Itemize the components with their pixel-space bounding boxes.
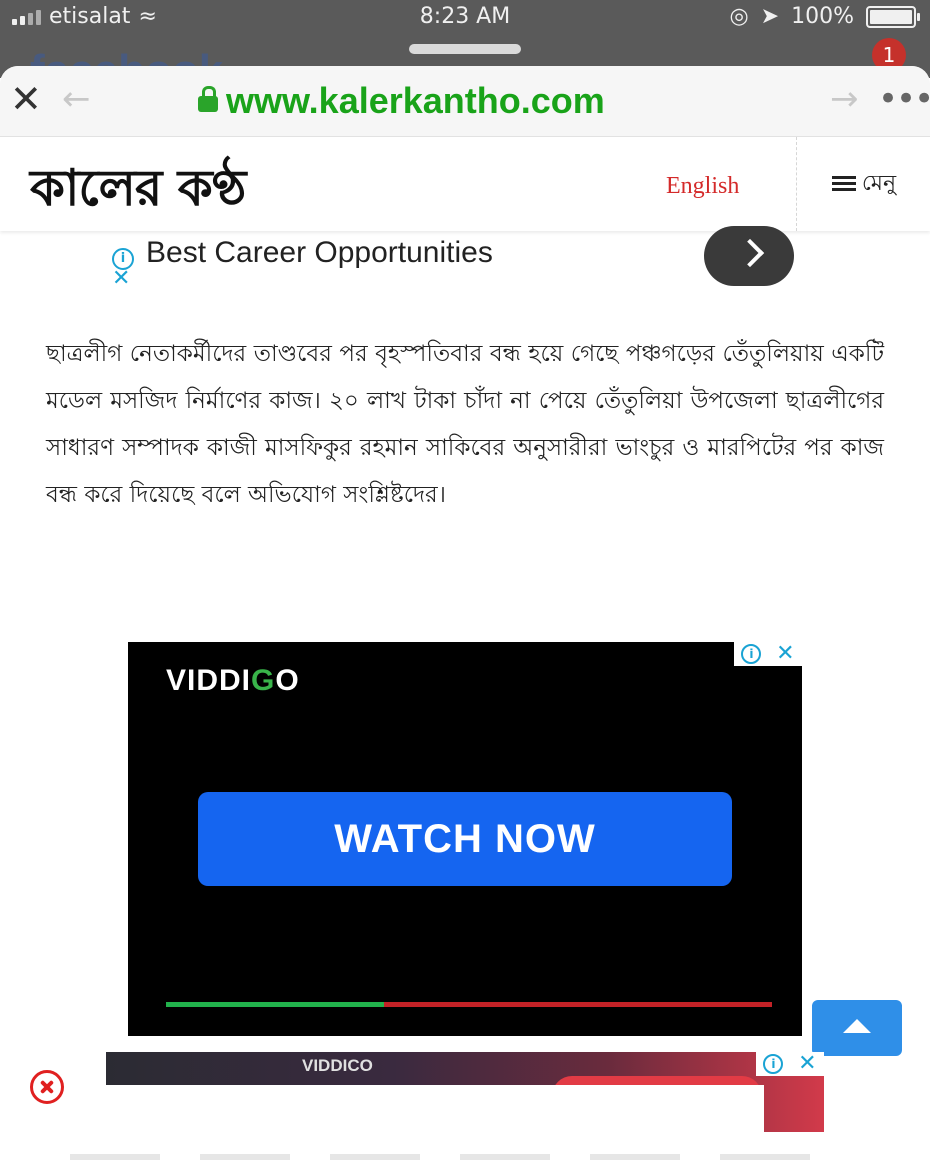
next-paragraph-fragment <box>70 1154 830 1160</box>
browser-sheet: ✕ ← www.kalerkantho.com → ••• কালের কণ্ঠ… <box>0 66 930 1163</box>
brand-part-g: G <box>251 664 276 697</box>
menu-button[interactable]: মেনু <box>796 137 930 231</box>
status-right: ◎ ➤ 100% <box>729 4 920 29</box>
banner-adchoices-close-icon[interactable]: ✕ <box>798 1053 816 1075</box>
more-dots-icon[interactable]: ••• <box>878 80 930 118</box>
banner-adchoices-info-icon[interactable]: i <box>763 1054 784 1074</box>
watch-now-button[interactable]: WATCH NOW <box>198 792 732 886</box>
banner-ad[interactable]: VIDDICO i ✕ <box>106 1052 824 1132</box>
site-logo[interactable]: কালের কণ্ঠ <box>30 151 246 234</box>
address-bar[interactable]: www.kalerkantho.com <box>198 80 605 122</box>
arrow-left-icon[interactable]: ← <box>62 80 91 118</box>
brand-part-1: VIDDI <box>166 664 252 697</box>
close-icon[interactable]: ✕ <box>10 80 42 118</box>
url-text: www.kalerkantho.com <box>226 80 605 121</box>
browser-toolbar: ✕ ← www.kalerkantho.com → ••• <box>0 66 930 137</box>
article-paragraph: ছাত্রলীগ নেতাকর্মীদের তাণ্ডবের পর বৃহস্প… <box>46 341 884 508</box>
status-bar: etisalat ≈ 8:23 AM ◎ ➤ 100% <box>0 0 930 38</box>
sheet-grabber-handle[interactable] <box>409 44 521 54</box>
english-link[interactable]: English <box>666 173 739 200</box>
ad-headline[interactable]: Best Career Opportunities <box>146 236 493 270</box>
banner-close-icon[interactable] <box>30 1070 64 1104</box>
orientation-lock-icon: ◎ <box>729 4 749 29</box>
adchoices-close-icon[interactable]: ✕ <box>776 643 794 665</box>
adchoices-info-icon[interactable]: i <box>741 644 762 664</box>
location-icon: ➤ <box>760 4 780 29</box>
text-ad[interactable]: i Best Career Opportunities ✕ <box>0 226 930 294</box>
ad-close-icon[interactable]: ✕ <box>112 268 130 290</box>
banner-ad-mask <box>106 1085 764 1132</box>
brand-part-2: O <box>275 664 300 697</box>
video-progress-fill <box>166 1002 385 1007</box>
battery-icon <box>866 5 920 28</box>
video-progress-bar[interactable] <box>166 1002 772 1007</box>
ad-arrow-button[interactable] <box>704 226 794 286</box>
banner-adchoices-badge[interactable]: i ✕ <box>756 1052 824 1076</box>
video-ad[interactable]: VIDDIGO i ✕ WATCH NOW <box>128 642 802 1036</box>
video-ad-brand: VIDDIGO <box>166 664 300 698</box>
banner-ad-brand: VIDDICO <box>302 1056 373 1075</box>
battery-percent: 100% <box>791 4 854 29</box>
menu-label: মেনু <box>861 170 897 196</box>
adchoices-badge[interactable]: i ✕ <box>734 642 802 666</box>
scroll-to-top-button[interactable] <box>812 1000 902 1056</box>
lock-icon <box>198 86 218 112</box>
arrow-right-icon[interactable]: → <box>830 80 859 118</box>
hamburger-icon <box>831 176 856 192</box>
site-header: কালের কণ্ঠ English মেনু <box>0 137 930 231</box>
